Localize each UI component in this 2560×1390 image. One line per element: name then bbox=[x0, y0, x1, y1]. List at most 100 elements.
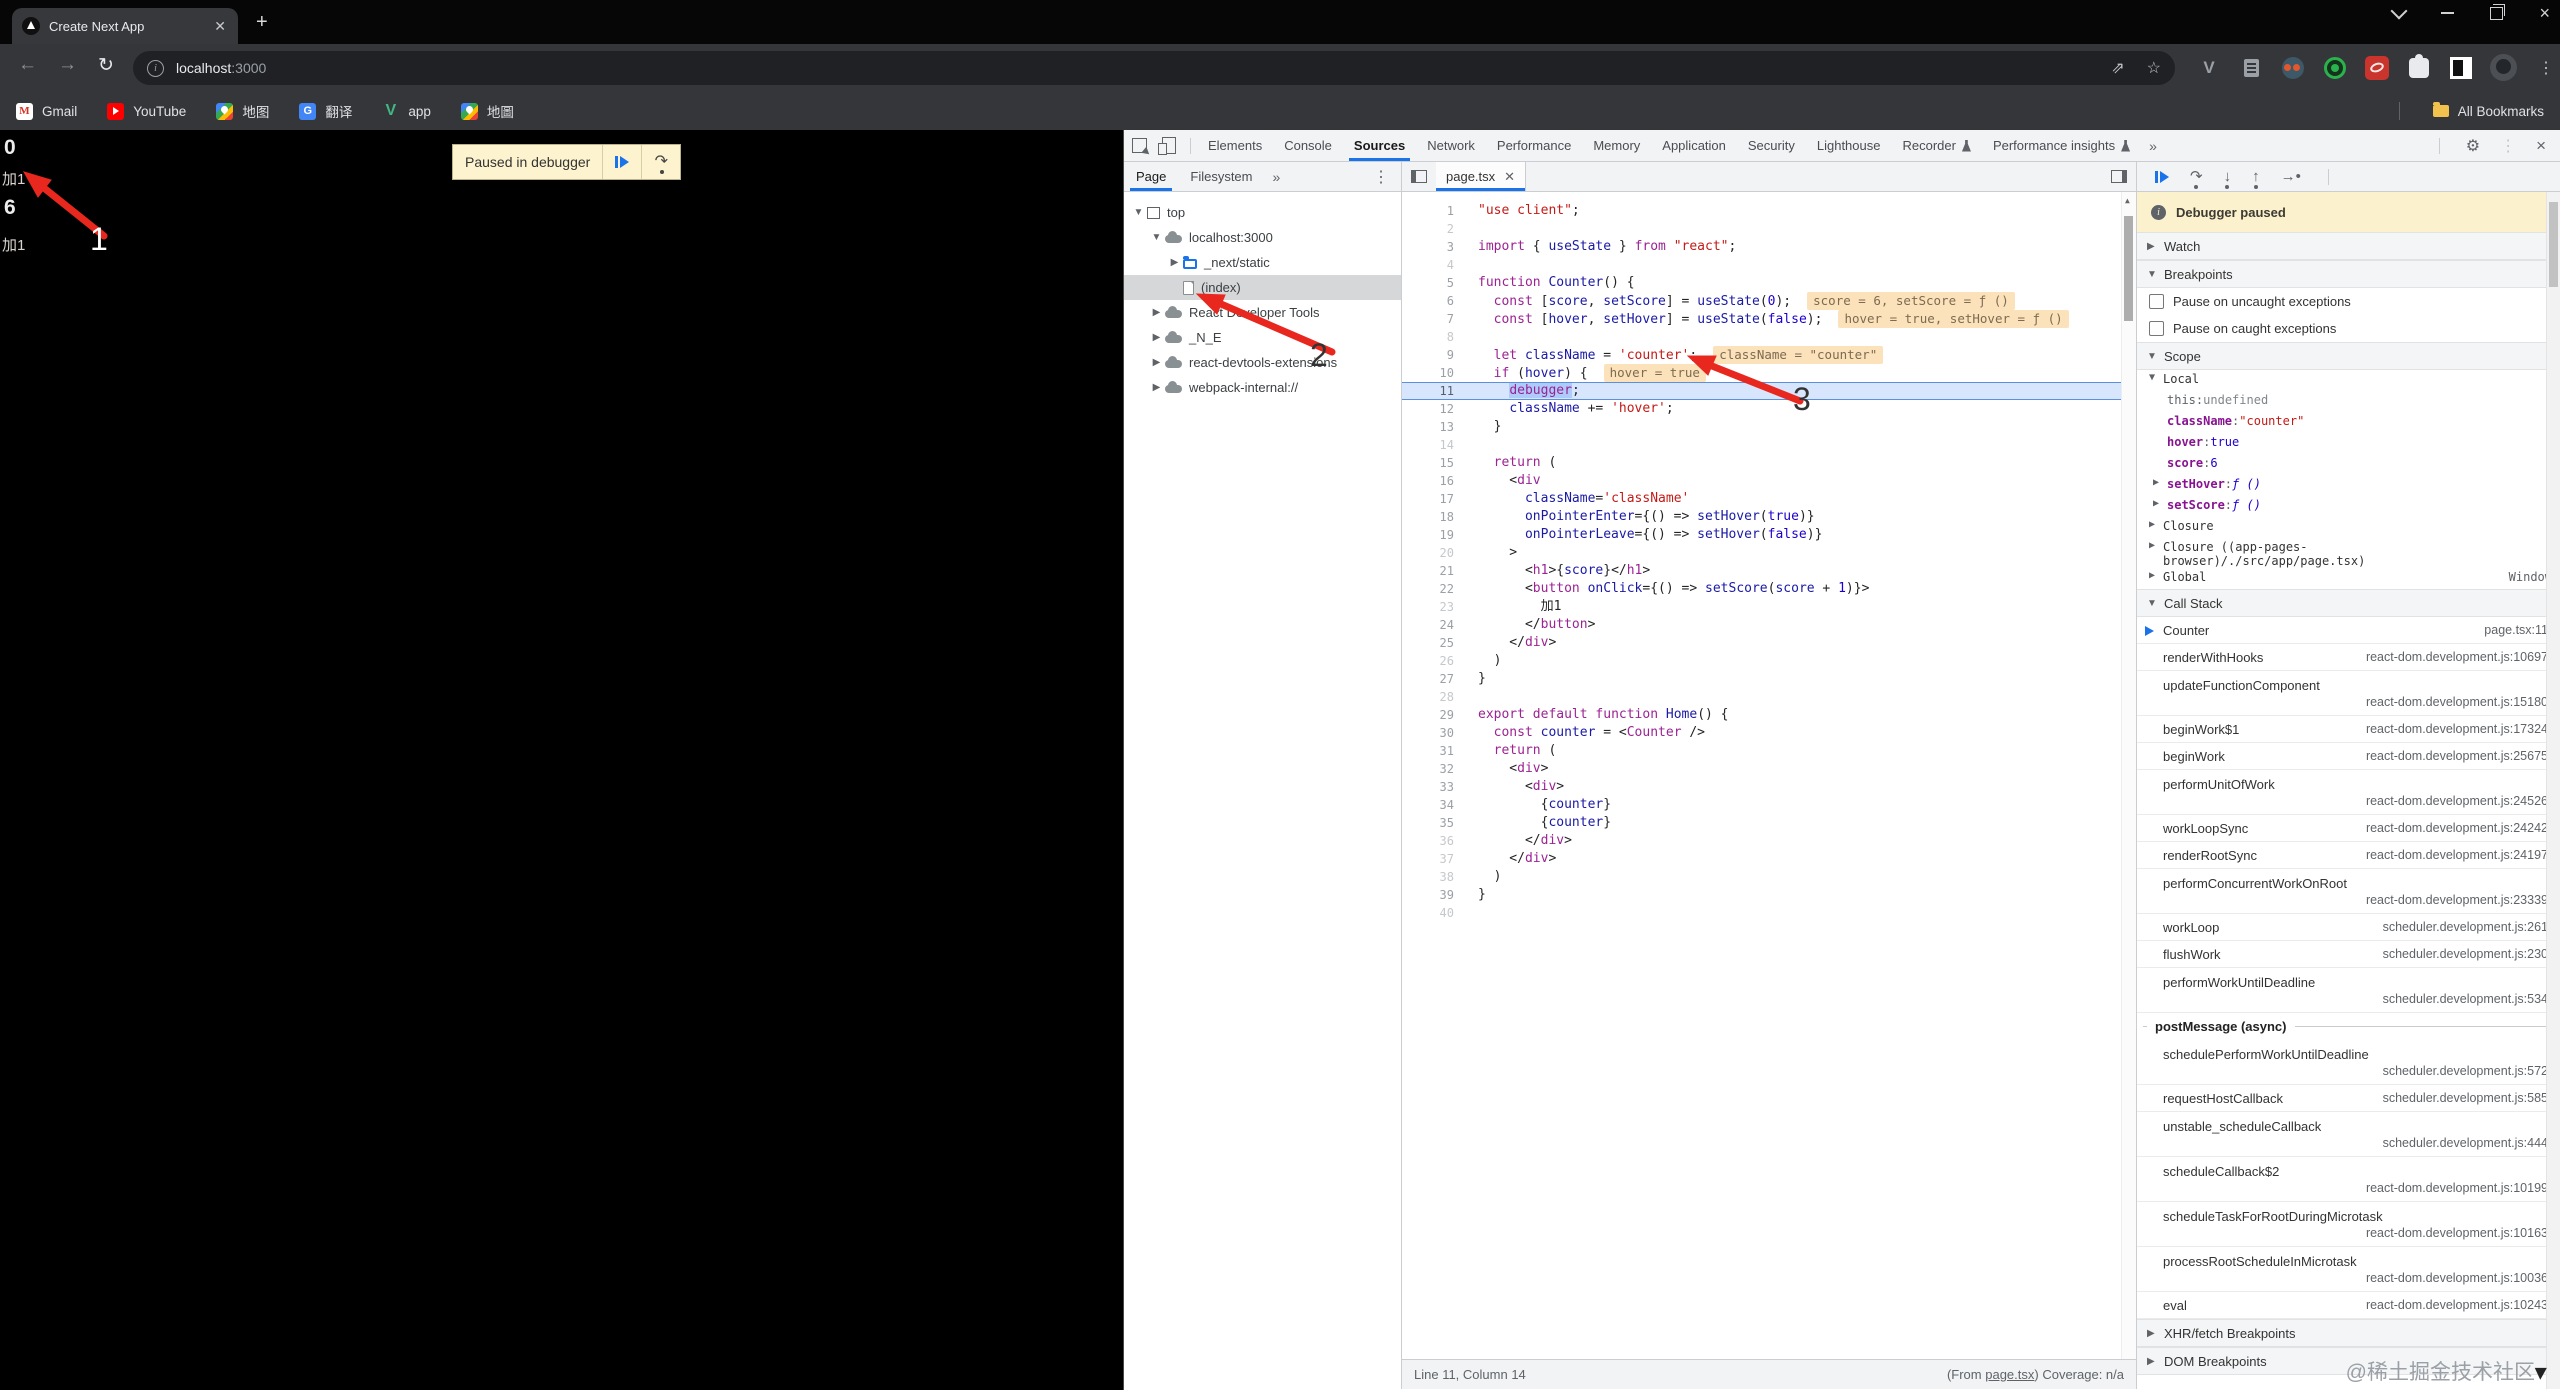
watch-section-header[interactable]: ▶ Watch bbox=[2137, 232, 2560, 260]
resume-button[interactable] bbox=[2155, 170, 2169, 183]
checkbox-uncaught[interactable] bbox=[2149, 294, 2164, 309]
code-line[interactable]: 32 <div> bbox=[1402, 760, 2136, 778]
callstack-frame-scheduleperformworkuntildeadline[interactable]: schedulePerformWorkUntilDeadline schedule… bbox=[2137, 1040, 2560, 1085]
sidebar-scrollbar[interactable] bbox=[2546, 192, 2560, 1389]
chevron-down-icon[interactable]: ▼ bbox=[2149, 372, 2163, 383]
tab-security[interactable]: Security bbox=[1737, 130, 1806, 161]
tree-item-react-devtools-extensions[interactable]: ▶ react-devtools-extensions bbox=[1124, 350, 1401, 375]
navigator-tab-page[interactable]: Page bbox=[1124, 162, 1178, 191]
bookmark-item[interactable]: G 翻译 bbox=[299, 101, 352, 121]
callstack-frame-workloop[interactable]: workLoop scheduler.development.js:261 bbox=[2137, 914, 2560, 941]
source-file-link[interactable]: page.tsx bbox=[1985, 1367, 2034, 1382]
tab-recorder[interactable]: Recorder bbox=[1891, 130, 1981, 161]
code-line[interactable]: 38 ) bbox=[1402, 868, 2136, 886]
tab-performance-insights[interactable]: Performance insights bbox=[1982, 130, 2141, 161]
code-line[interactable]: 22 <button onClick={() => setScore(score… bbox=[1402, 580, 2136, 598]
code-line[interactable]: 24 </button> bbox=[1402, 616, 2136, 634]
tree-item-react-developer-tools[interactable]: ▶ React Developer Tools bbox=[1124, 300, 1401, 325]
resume-script-button[interactable] bbox=[602, 145, 641, 179]
callstack-frame-schedulecallback-2[interactable]: scheduleCallback$2 react-dom.development.… bbox=[2137, 1157, 2560, 1202]
code-line[interactable]: 23 加1 bbox=[1402, 598, 2136, 616]
new-tab-button[interactable]: + bbox=[256, 12, 268, 32]
pause-uncaught-row[interactable]: Pause on uncaught exceptions bbox=[2137, 288, 2560, 315]
chevron-right-icon[interactable]: ▶ bbox=[2149, 519, 2163, 530]
step-out-icon[interactable]: ↑ bbox=[2252, 169, 2260, 184]
code-line[interactable]: 36 </div> bbox=[1402, 832, 2136, 850]
scope-section[interactable]: ▼ Local bbox=[2137, 370, 2560, 391]
code-line[interactable]: 6 const [score, setScore] = useState(0);… bbox=[1402, 292, 2136, 310]
bookmark-item[interactable]: 地图 bbox=[216, 101, 269, 121]
chevron-right-icon[interactable]: ▶ bbox=[1150, 382, 1163, 393]
callstack-frame-eval[interactable]: eval react-dom.development.js:10243 bbox=[2137, 1292, 2560, 1319]
code-line-current[interactable]: 11 debugger; bbox=[1402, 382, 2136, 400]
tab-memory[interactable]: Memory bbox=[1582, 130, 1651, 161]
share-icon[interactable]: ⇗ bbox=[2111, 58, 2124, 78]
more-tabs-icon[interactable]: » bbox=[2141, 138, 2165, 154]
scope-property[interactable]: ▶ setHover: ƒ () bbox=[2137, 475, 2560, 496]
code-line[interactable]: 18 onPointerEnter={() => setHover(true)} bbox=[1402, 508, 2136, 526]
code-line[interactable]: 10 if (hover) {hover = true bbox=[1402, 364, 2136, 382]
breakpoints-section-header[interactable]: ▼ Breakpoints bbox=[2137, 260, 2560, 288]
code-line[interactable]: 21 <h1>{score}</h1> bbox=[1402, 562, 2136, 580]
window-close-button[interactable]: × bbox=[2539, 4, 2550, 22]
code-line[interactable]: 31 return ( bbox=[1402, 742, 2136, 760]
code-line[interactable]: 30 const counter = <Counter /> bbox=[1402, 724, 2136, 742]
tree-item-top[interactable]: ▼ top bbox=[1124, 200, 1401, 225]
checkbox-caught[interactable] bbox=[2149, 321, 2164, 336]
callstack-frame-workloopsync[interactable]: workLoopSync react-dom.development.js:242… bbox=[2137, 815, 2560, 842]
code-line[interactable]: 1 "use client"; bbox=[1402, 202, 2136, 220]
tab-elements[interactable]: Elements bbox=[1197, 130, 1273, 161]
react-query-extension-icon[interactable] bbox=[2364, 55, 2390, 81]
scope-section[interactable]: ▶ Global Window bbox=[2137, 568, 2560, 589]
navigator-menu-icon[interactable]: ⋮ bbox=[1373, 167, 1401, 187]
code-line[interactable]: 4 bbox=[1402, 256, 2136, 274]
contrast-extension-icon[interactable] bbox=[2448, 55, 2474, 81]
dom-breakpoints-header[interactable]: ▶ DOM Breakpoints bbox=[2137, 1347, 2560, 1375]
code-line[interactable]: 17 className='className' bbox=[1402, 490, 2136, 508]
code-line[interactable]: 15 return ( bbox=[1402, 454, 2136, 472]
code-line[interactable]: 39} bbox=[1402, 886, 2136, 904]
bookmark-item[interactable]: 地圖 bbox=[460, 101, 514, 121]
devtools-close-icon[interactable]: × bbox=[2536, 136, 2546, 156]
code-line[interactable]: 29 export default function Home() { bbox=[1402, 706, 2136, 724]
code-line[interactable]: 13 } bbox=[1402, 418, 2136, 436]
code-line[interactable]: 12 className += 'hover'; bbox=[1402, 400, 2136, 418]
step-into-icon[interactable]: ↓ bbox=[2224, 169, 2232, 184]
code-line[interactable]: 35 {counter} bbox=[1402, 814, 2136, 832]
code-line[interactable]: 20 > bbox=[1402, 544, 2136, 562]
chevron-right-icon[interactable]: ▶ bbox=[2153, 498, 2167, 509]
callstack-frame-renderrootsync[interactable]: renderRootSync react-dom.development.js:2… bbox=[2137, 842, 2560, 869]
callstack-frame-requesthostcallback[interactable]: requestHostCallback scheduler.development… bbox=[2137, 1085, 2560, 1112]
browser-menu-icon[interactable]: ⋮ bbox=[2533, 55, 2559, 81]
scope-section[interactable]: ▶ Closure ((app-pages-browser)/./src/app/… bbox=[2137, 538, 2560, 568]
code-line[interactable]: 3 import { useState } from "react"; bbox=[1402, 238, 2136, 256]
tab-console[interactable]: Console bbox=[1273, 130, 1343, 161]
scope-property[interactable]: score: 6 bbox=[2137, 454, 2560, 475]
callstack-frame-scheduletaskforrootduringmicrotask[interactable]: scheduleTaskForRootDuringMicrotask react-… bbox=[2137, 1202, 2560, 1247]
target-extension-icon[interactable] bbox=[2322, 55, 2348, 81]
scope-property[interactable]: this: undefined bbox=[2137, 391, 2560, 412]
settings-gear-icon[interactable]: ⚙ bbox=[2466, 136, 2480, 156]
notes-extension-icon[interactable] bbox=[2238, 55, 2264, 81]
tree-item--next-static[interactable]: ▶ _next/static bbox=[1124, 250, 1401, 275]
chevron-right-icon[interactable]: ▶ bbox=[2153, 477, 2167, 488]
callstack-section-header[interactable]: ▼ Call Stack bbox=[2137, 589, 2560, 617]
scope-property[interactable]: ▶ setScore: ƒ () bbox=[2137, 496, 2560, 517]
scrollbar-thumb[interactable] bbox=[2124, 216, 2133, 321]
code-line[interactable]: 5 function Counter() { bbox=[1402, 274, 2136, 292]
pause-caught-row[interactable]: Pause on caught exceptions bbox=[2137, 315, 2560, 342]
code-line[interactable]: 27} bbox=[1402, 670, 2136, 688]
tree-item--index-[interactable]: (index) bbox=[1124, 275, 1401, 300]
close-file-icon[interactable]: ✕ bbox=[1504, 169, 1515, 185]
editor-scrollbar[interactable]: ▲ bbox=[2121, 192, 2136, 1359]
scope-property[interactable]: hover: true bbox=[2137, 433, 2560, 454]
code-line[interactable]: 26 ) bbox=[1402, 652, 2136, 670]
callstack-frame-unstable-schedulecallback[interactable]: unstable_scheduleCallback scheduler.devel… bbox=[2137, 1112, 2560, 1157]
profile-avatar[interactable] bbox=[2490, 54, 2517, 81]
browser-tab[interactable]: Create Next App ✕ bbox=[12, 8, 238, 44]
all-bookmarks-button[interactable]: All Bookmarks bbox=[2432, 102, 2544, 119]
code-line[interactable]: 9 let className = 'counter'; className = … bbox=[1402, 346, 2136, 364]
tab-search-chevron-icon[interactable] bbox=[2390, 2, 2408, 20]
collapse-sidebar-icon[interactable] bbox=[2111, 170, 2127, 183]
increment-button[interactable]: 加1 bbox=[2, 234, 25, 255]
